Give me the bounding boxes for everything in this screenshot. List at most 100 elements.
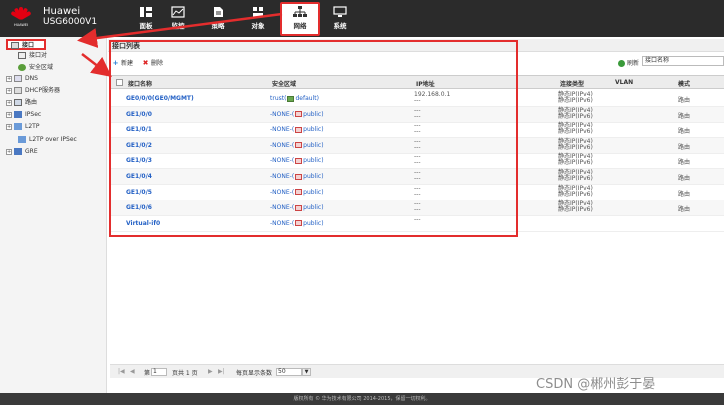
zone-prefix: trust( bbox=[270, 95, 287, 102]
mode: 路由 bbox=[678, 206, 691, 214]
sidebar-item-dhcp[interactable]: + DHCP服务器 bbox=[6, 86, 60, 96]
per-page-select[interactable]: 50 ▼ bbox=[276, 368, 311, 376]
interface-name-link[interactable]: GE1/0/6 bbox=[126, 204, 152, 211]
zone-icon bbox=[295, 142, 303, 149]
security-zone-link[interactable]: -NONE-(public) bbox=[270, 220, 324, 227]
interface-name-link[interactable]: GE0/0/0(GE0/MGMT) bbox=[126, 95, 194, 102]
zone-suffix: public) bbox=[303, 141, 324, 149]
last-page-button[interactable]: ▶| bbox=[218, 368, 225, 375]
top-header: HUAWEI Huawei USG6000V1 面板 监控 策略 对象 网络 系… bbox=[0, 0, 724, 37]
security-zone-link[interactable]: -NONE-(public) bbox=[270, 111, 324, 118]
sidebar-item-interface-pair[interactable]: 接口对 bbox=[18, 51, 47, 61]
security-zone-link[interactable]: -NONE-(public) bbox=[270, 126, 324, 133]
next-page-button[interactable]: ▶ bbox=[208, 368, 213, 375]
conn-line-2: 静态IP(IPv6) bbox=[558, 190, 593, 198]
security-zone-link[interactable]: -NONE-(public) bbox=[270, 157, 324, 164]
delete-button-label: 删除 bbox=[151, 60, 164, 67]
zone-suffix: public) bbox=[303, 173, 324, 180]
table-row[interactable]: GE1/0/6 -NONE-(public) --- --- 静态IP(IPv4) 静态I… bbox=[110, 200, 724, 217]
table-row[interactable]: GE1/0/2 -NONE-(public) --- --- 静态IP(IPv4) 静态I… bbox=[110, 137, 724, 154]
expand-icon[interactable]: + bbox=[6, 111, 12, 118]
sidebar-item-label: 接口对 bbox=[29, 52, 48, 59]
ip-address: --- --- bbox=[414, 123, 421, 135]
interface-name-link[interactable]: GE1/0/4 bbox=[126, 173, 152, 180]
interface-name-link[interactable]: GE1/0/0 bbox=[126, 111, 152, 118]
conn-line-2: 静态IP(IPv6) bbox=[558, 175, 593, 182]
expand-icon[interactable]: + bbox=[6, 87, 12, 94]
table-row[interactable]: GE1/0/1 -NONE-(public) --- --- 静态IP(IPv4) 静态I… bbox=[110, 122, 724, 139]
security-zone-link[interactable]: trust(default) bbox=[270, 95, 319, 102]
expand-icon[interactable]: + bbox=[6, 148, 12, 155]
col-vlan[interactable]: VLAN bbox=[615, 79, 633, 86]
col-connection-type[interactable]: 连接类型 bbox=[560, 79, 584, 88]
first-page-button[interactable]: |◀ bbox=[118, 368, 125, 375]
sidebar-item-route[interactable]: + 路由 bbox=[6, 98, 37, 108]
interface-name-link[interactable]: Virtual-if0 bbox=[126, 220, 160, 227]
nav-policy[interactable]: 策略 bbox=[198, 4, 238, 34]
security-zone-link[interactable]: -NONE-(public) bbox=[270, 173, 324, 180]
zone-icon bbox=[295, 111, 303, 118]
sidebar-item-dns[interactable]: + DNS bbox=[6, 74, 38, 84]
delete-icon: ✖ bbox=[142, 59, 149, 67]
expand-icon[interactable]: + bbox=[6, 75, 12, 82]
ip-line-2: --- bbox=[414, 143, 421, 151]
col-security-zone[interactable]: 安全区域 bbox=[272, 79, 296, 88]
sidebar-item-security-zone[interactable]: 安全区域 bbox=[18, 63, 53, 73]
table-header: 接口名称 安全区域 IP地址 连接类型 VLAN 模式 bbox=[110, 75, 724, 89]
nav-network[interactable]: 网络 bbox=[280, 2, 320, 36]
delete-button[interactable]: ✖ 删除 bbox=[142, 58, 164, 68]
connection-type: 静态IP(IPv4) 静态IP(IPv6) bbox=[558, 123, 593, 135]
col-mode[interactable]: 模式 bbox=[678, 79, 690, 88]
page-input[interactable]: 1 bbox=[151, 368, 167, 376]
interface-pair-icon bbox=[18, 52, 26, 59]
object-icon bbox=[251, 6, 265, 18]
table-row[interactable]: GE1/0/5 -NONE-(public) --- --- 静态IP(IPv4) 静态I… bbox=[110, 185, 724, 201]
table-row[interactable]: GE1/0/0 -NONE-(public) --- --- 静态IP(IPv4) 静态I… bbox=[110, 106, 724, 123]
sidebar-item-l2tp[interactable]: + L2TP bbox=[6, 122, 39, 132]
ip-line-2: --- bbox=[414, 175, 421, 182]
nav-object[interactable]: 对象 bbox=[238, 4, 278, 34]
ip-line-2: --- bbox=[414, 112, 421, 120]
table-row[interactable]: Virtual-if0 -NONE-(public) --- bbox=[110, 216, 724, 232]
refresh-button[interactable]: 刷新 bbox=[618, 58, 639, 67]
sidebar-item-label: GRE bbox=[25, 148, 38, 155]
page-suffix: 页共 1 页 bbox=[172, 370, 198, 377]
list-title-bar bbox=[108, 39, 724, 52]
interface-name-link[interactable]: GE1/0/3 bbox=[126, 157, 152, 164]
sidebar-item-label: 接口 bbox=[22, 42, 35, 49]
security-zone-link[interactable]: -NONE-(public) bbox=[270, 204, 324, 211]
interface-name-link[interactable]: GE1/0/2 bbox=[126, 142, 152, 149]
nav-label: 策略 bbox=[211, 22, 225, 30]
prev-page-button[interactable]: ◀ bbox=[130, 368, 135, 375]
new-button[interactable]: + 新建 bbox=[112, 58, 133, 68]
ip-address: --- --- bbox=[414, 154, 421, 166]
zone-suffix: public) bbox=[303, 219, 324, 227]
expand-icon[interactable]: + bbox=[6, 99, 12, 106]
page-prefix: 第 bbox=[144, 370, 151, 377]
sidebar-item-interface[interactable]: 接口 bbox=[6, 39, 46, 50]
col-ip-address[interactable]: IP地址 bbox=[416, 79, 435, 88]
nav-monitor[interactable]: 监控 bbox=[158, 4, 198, 34]
expand-icon[interactable]: + bbox=[6, 123, 12, 130]
page-input-value: 1 bbox=[151, 368, 167, 376]
sidebar-item-ipsec[interactable]: + IPSec bbox=[6, 110, 41, 120]
interface-name-link[interactable]: GE1/0/5 bbox=[126, 189, 152, 196]
route-icon bbox=[14, 99, 22, 106]
search-field-select[interactable]: 接口名称 bbox=[642, 56, 724, 66]
table-row[interactable]: GE0/0/0(GE0/MGMT) trust(default) 192.168.0… bbox=[110, 91, 724, 107]
security-zone-link[interactable]: -NONE-(public) bbox=[270, 189, 324, 196]
logo-text: HUAWEI bbox=[13, 23, 29, 27]
device-model: USG6000V1 bbox=[43, 17, 98, 27]
ip-line-1: --- bbox=[414, 215, 421, 223]
sidebar-item-l2tp-over-ipsec[interactable]: L2TP over IPSec bbox=[18, 135, 77, 145]
table-row[interactable]: GE1/0/3 -NONE-(public) --- --- 静态IP(IPv4) 静态I… bbox=[110, 153, 724, 170]
interface-icon bbox=[11, 42, 19, 49]
select-all-checkbox[interactable] bbox=[116, 79, 123, 86]
col-interface-name[interactable]: 接口名称 bbox=[128, 79, 152, 88]
nav-system[interactable]: 系统 bbox=[320, 4, 360, 34]
zone-prefix: -NONE-( bbox=[270, 141, 295, 149]
table-row[interactable]: GE1/0/4 -NONE-(public) --- --- 静态IP(IPv4) 静态I… bbox=[110, 169, 724, 185]
sidebar-item-gre[interactable]: + GRE bbox=[6, 147, 38, 157]
security-zone-link[interactable]: -NONE-( public) bbox=[270, 142, 324, 149]
interface-name-link[interactable]: GE1/0/1 bbox=[126, 126, 152, 133]
